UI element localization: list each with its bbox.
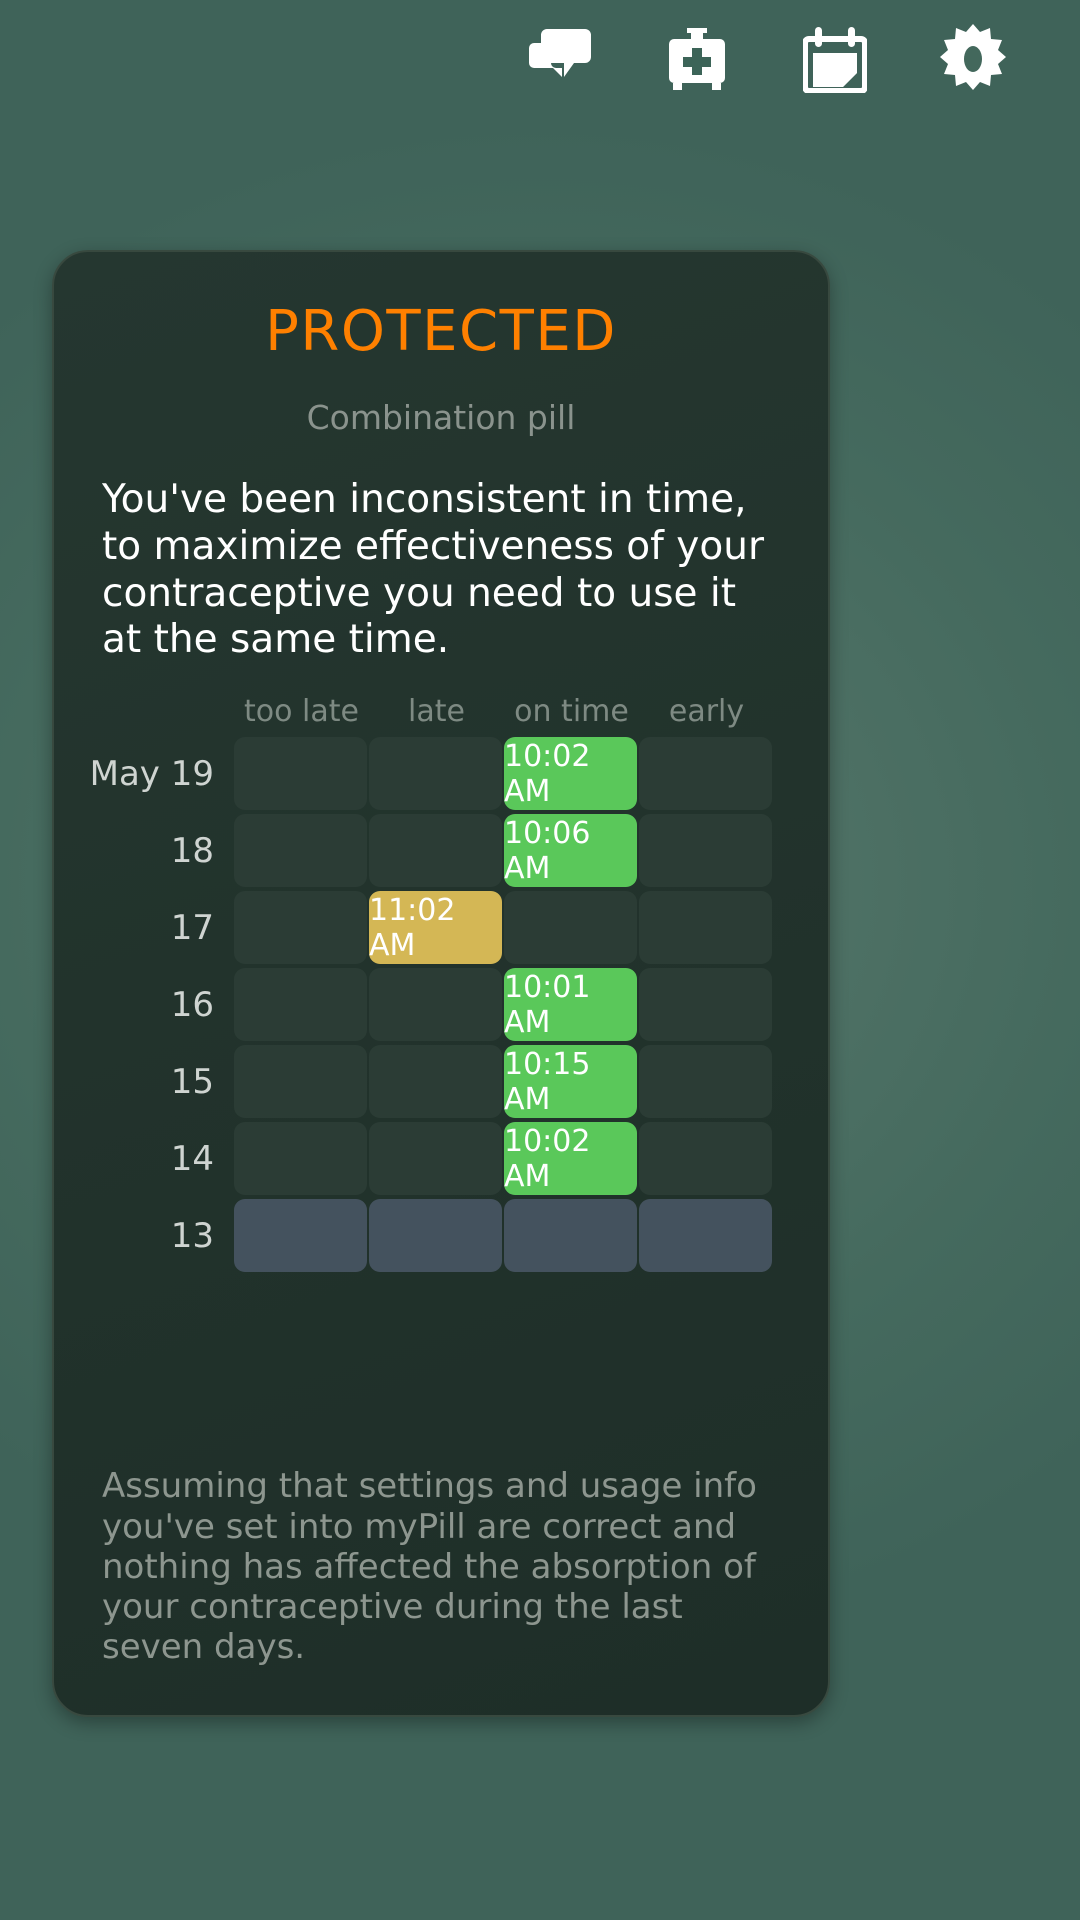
schedule-cell-late[interactable] — [369, 814, 502, 888]
status-message: You've been inconsistent in time, to max… — [102, 477, 764, 663]
schedule-cell-early[interactable] — [639, 891, 772, 965]
chat-icon-button[interactable] — [490, 0, 628, 118]
table-row: 13 — [54, 1199, 822, 1273]
assumption-note: Assuming that settings and usage info yo… — [102, 1466, 757, 1667]
schedule-cell-late[interactable]: 11:02 AM — [369, 891, 502, 965]
pill-type-subtitle: Combination pill — [306, 398, 576, 437]
table-row: 16 10:01 AM — [54, 968, 822, 1042]
row-date-label: 15 — [170, 1061, 214, 1102]
schedule-cell-late[interactable] — [369, 1045, 502, 1119]
calendar-icon — [803, 25, 867, 93]
table-row: 14 10:02 AM — [54, 1122, 822, 1196]
column-header-too-late: too late — [244, 694, 359, 730]
schedule-cell-early[interactable] — [639, 1199, 772, 1273]
column-header-early: early — [668, 694, 745, 730]
schedule-cell-on-time[interactable] — [504, 891, 637, 965]
row-date-label: 18 — [170, 830, 214, 871]
medical-kit-icon-button[interactable] — [628, 0, 766, 118]
schedule-cell-early[interactable] — [639, 814, 772, 888]
schedule-cell-too-late[interactable] — [234, 1045, 367, 1119]
table-row: 17 11:02 AM — [54, 891, 822, 965]
gear-icon-button[interactable] — [904, 0, 1042, 118]
row-date-label: May 19 — [89, 753, 214, 794]
schedule-cell-too-late[interactable] — [234, 1122, 367, 1196]
schedule-cell-on-time[interactable]: 10:02 AM — [504, 1122, 637, 1196]
row-date-label: 13 — [170, 1215, 214, 1256]
schedule-cell-on-time[interactable] — [504, 1199, 637, 1273]
schedule-cell-too-late[interactable] — [234, 814, 367, 888]
schedule-cell-too-late[interactable] — [234, 968, 367, 1042]
table-row: 15 10:15 AM — [54, 1045, 822, 1119]
table-row: May 19 10:02 AM — [54, 737, 822, 811]
schedule-cell-too-late[interactable] — [234, 737, 367, 811]
calendar-icon-button[interactable] — [766, 0, 904, 118]
schedule-column-headers: too late late on time early — [54, 694, 822, 729]
page-title: PROTECTED — [265, 299, 617, 364]
schedule-cell-late[interactable] — [369, 1122, 502, 1196]
row-date-label: 17 — [170, 907, 214, 948]
schedule-cell-early[interactable] — [639, 1122, 772, 1196]
schedule-cell-late[interactable] — [369, 1199, 502, 1273]
schedule-cell-early[interactable] — [639, 968, 772, 1042]
row-date-label: 16 — [170, 984, 214, 1025]
schedule-cell-on-time[interactable]: 10:06 AM — [504, 814, 637, 888]
top-icon-bar — [0, 0, 1080, 118]
table-row: 18 10:06 AM — [54, 814, 822, 888]
row-date-label: 14 — [170, 1138, 214, 1179]
schedule-rows: May 19 10:02 AM 18 10:06 AM 17 11:02 AM 16 10:0… — [54, 737, 822, 1273]
column-header-on-time: on time — [514, 694, 629, 730]
chat-icon — [525, 27, 593, 91]
schedule-cell-on-time[interactable]: 10:15 AM — [504, 1045, 637, 1119]
column-header-late: late — [408, 694, 465, 730]
medical-kit-icon — [665, 26, 729, 92]
schedule-cell-late[interactable] — [369, 737, 502, 811]
schedule-cell-on-time[interactable]: 10:02 AM — [504, 737, 637, 811]
schedule-cell-too-late[interactable] — [234, 891, 367, 965]
schedule-cell-early[interactable] — [639, 1045, 772, 1119]
schedule-cell-early[interactable] — [639, 737, 772, 811]
status-card: PROTECTED Combination pill You've been i… — [52, 250, 830, 1717]
gear-icon — [937, 23, 1009, 95]
schedule-cell-too-late[interactable] — [234, 1199, 367, 1273]
schedule-cell-late[interactable] — [369, 968, 502, 1042]
intake-schedule-grid: too late late on time early May 19 10:02 … — [54, 694, 828, 1273]
schedule-cell-on-time[interactable]: 10:01 AM — [504, 968, 637, 1042]
